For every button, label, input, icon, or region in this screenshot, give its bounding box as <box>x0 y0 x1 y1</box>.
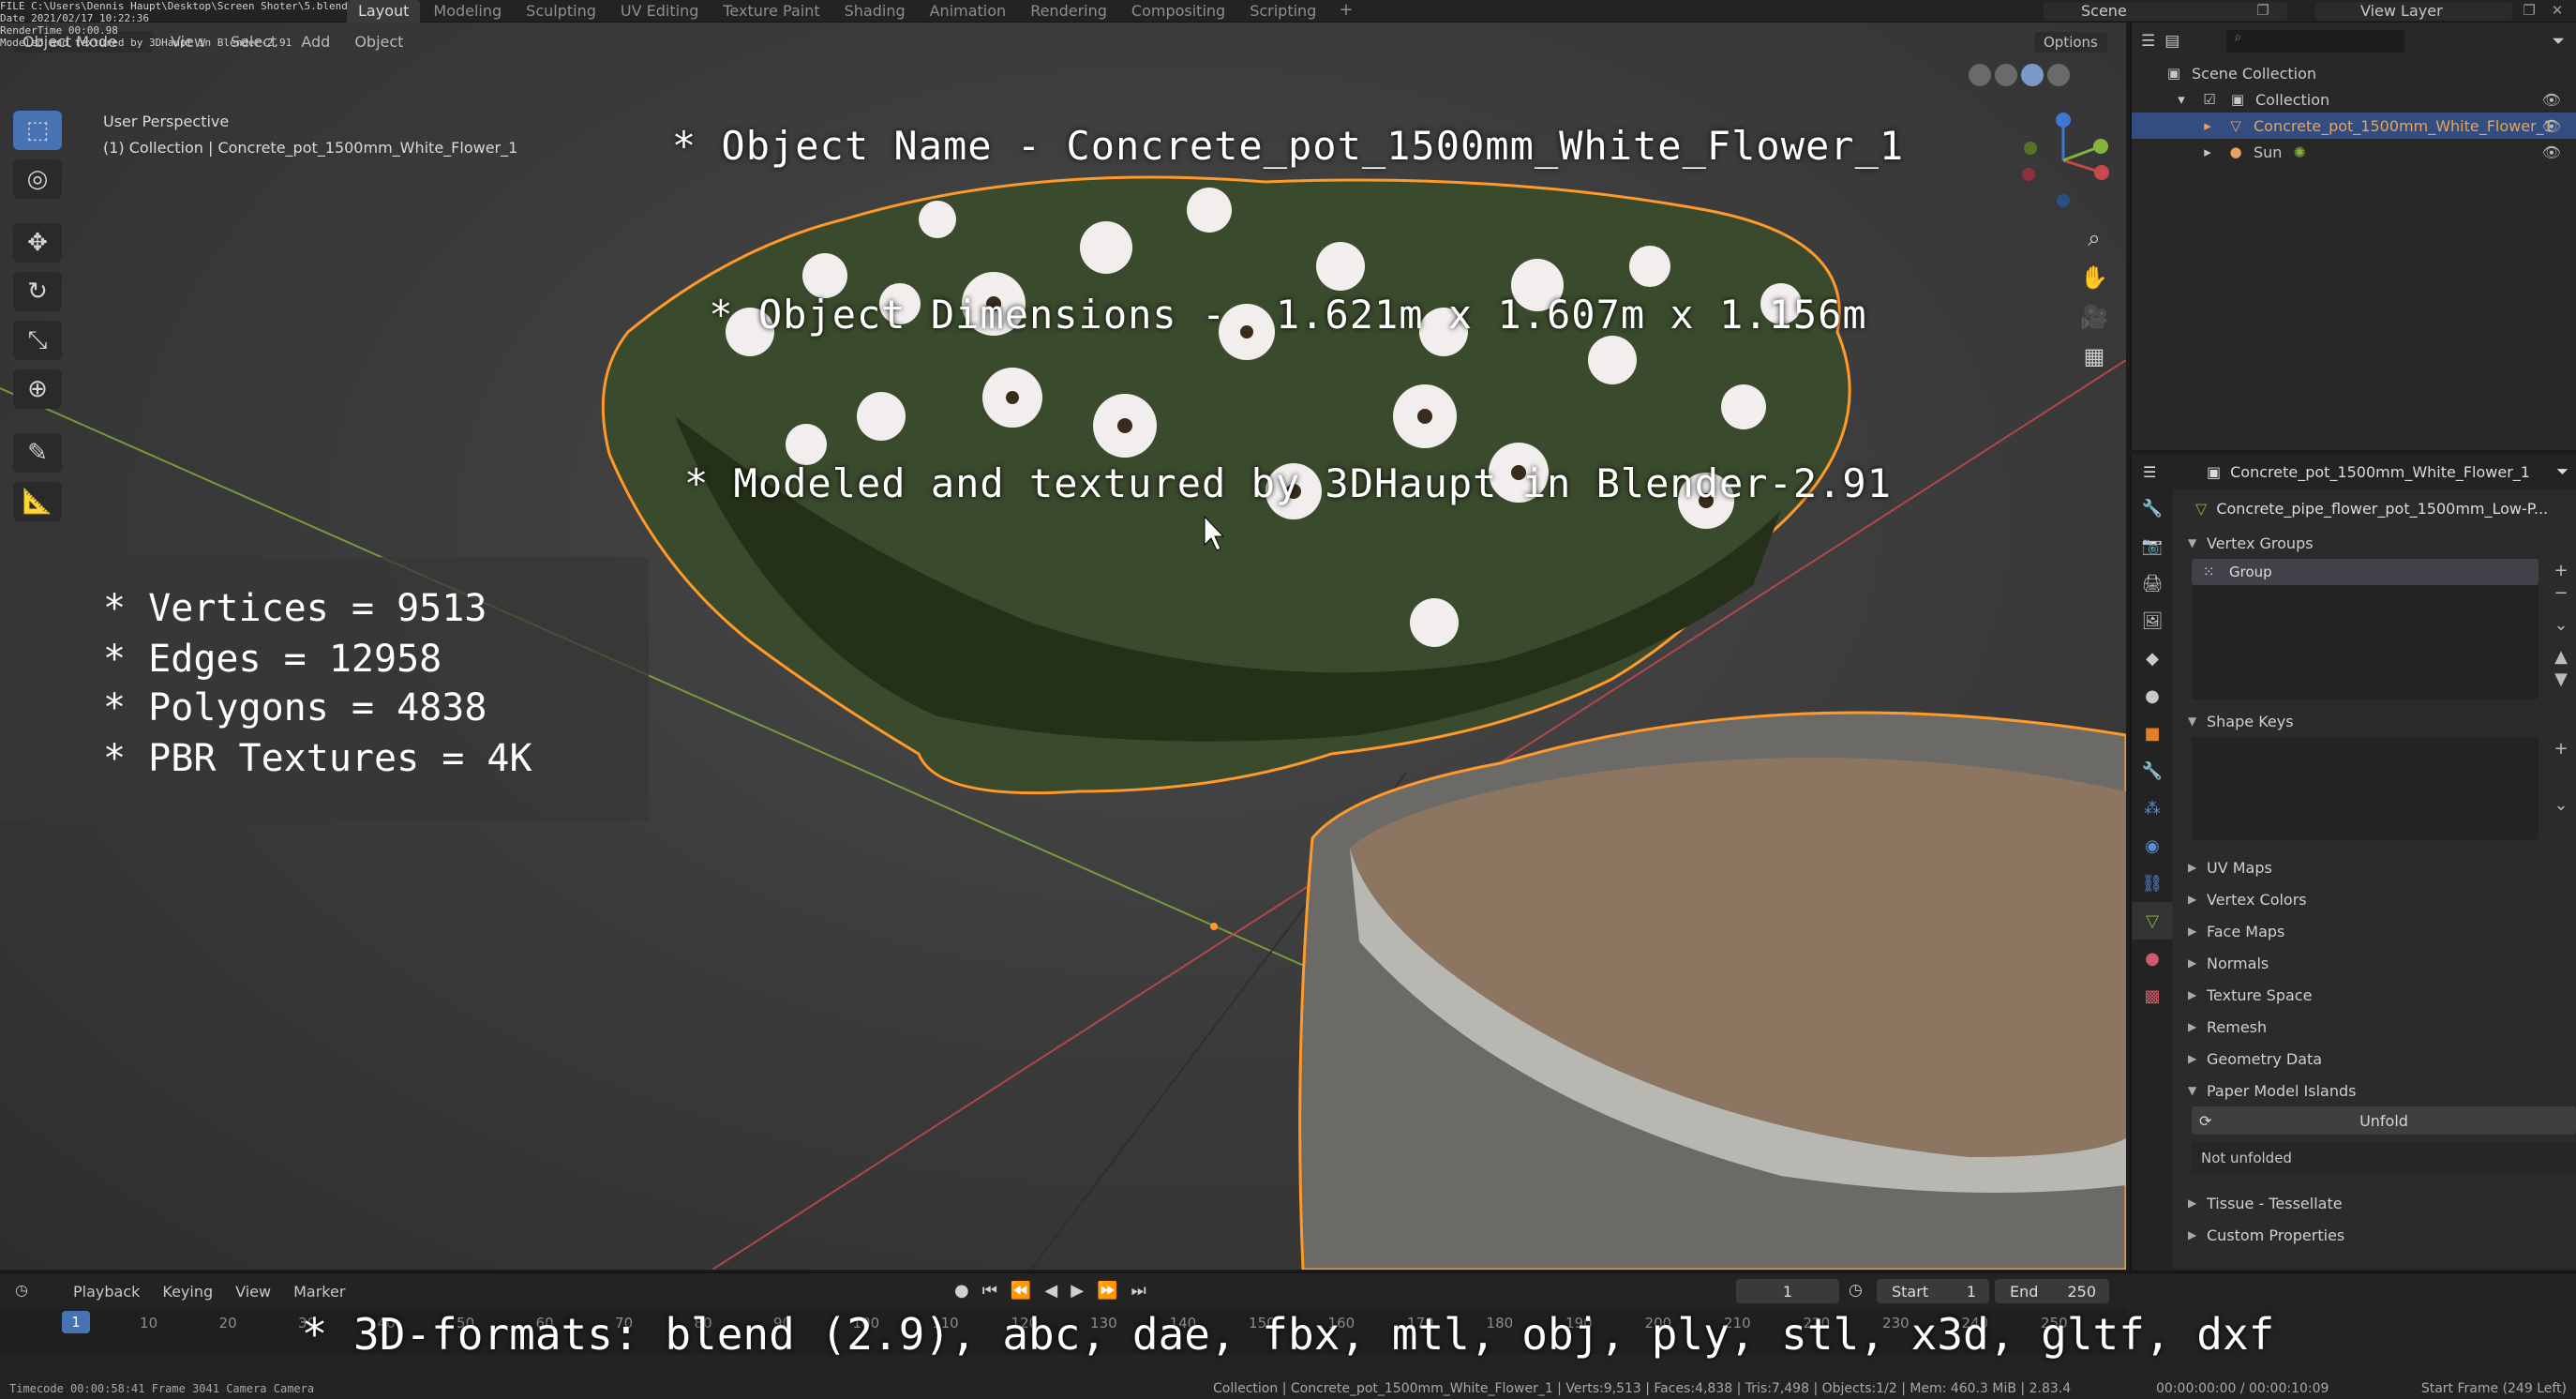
end-frame-field[interactable]: End 250 <box>1995 1279 2109 1303</box>
panel-uv-maps[interactable]: ▶ UV Maps <box>2175 851 2576 883</box>
panel-remesh[interactable]: ▶ Remesh <box>2175 1011 2576 1043</box>
view-layer-tab-icon[interactable]: 🖼 <box>2132 602 2173 639</box>
move-up-icon[interactable]: ▲ <box>2550 647 2572 669</box>
panel-texture-space[interactable]: ▶ Texture Space <box>2175 979 2576 1011</box>
play-reverse-icon[interactable]: ◀ <box>1044 1281 1057 1301</box>
panel-normals[interactable]: ▶ Normals <box>2175 947 2576 979</box>
start-frame-field[interactable]: Start 1 <box>1877 1279 1989 1303</box>
mesh-data-tab-icon[interactable]: ▽ <box>2132 902 2173 940</box>
expand-arrow-icon: ▶ <box>2188 925 2197 938</box>
overlay-dimensions: * Object Dimensions - 1.621m x 1.607m x … <box>709 292 1867 338</box>
expand-arrow-icon: ▶ <box>2188 893 2197 906</box>
end-label: End <box>2010 1282 2039 1301</box>
stats-overlay: * Vertices = 9513 * Edges = 12958 * Poly… <box>0 557 649 821</box>
output-tab-icon[interactable]: 🖨 <box>2132 564 2173 602</box>
editor-type-icon[interactable]: ◷ <box>15 1281 28 1299</box>
expand-arrow-icon: ▶ <box>2188 1228 2197 1241</box>
status-bar: Timecode 00:00:58:41 Frame 3041 Camera C… <box>0 1380 2576 1399</box>
panel-title: Tissue - Tessellate <box>2207 1194 2343 1212</box>
material-tab-icon[interactable]: ● <box>2132 940 2173 977</box>
shape-key-list: + ⌄ <box>2192 737 2569 840</box>
playback-menu[interactable]: Playback <box>69 1283 143 1301</box>
overlay-title: * Object Name - Concrete_pot_1500mm_Whit… <box>0 6 2576 568</box>
panel-title: Normals <box>2207 954 2269 972</box>
prev-keyframe-icon[interactable]: ⏪ <box>1011 1281 1031 1301</box>
formats-overlay: * 3D-formats: blend (2.9), abc, dae, fbx… <box>301 1309 2275 1360</box>
modifier-tab-icon[interactable]: 🔧 <box>2132 752 2173 790</box>
marker-menu[interactable]: Marker <box>290 1283 349 1301</box>
stat-polygons: * Polygons = 4838 <box>103 686 487 730</box>
constraints-tab-icon[interactable]: ⛓ <box>2132 865 2173 902</box>
view-menu[interactable]: View <box>232 1283 275 1301</box>
physics-tab-icon[interactable]: ◉ <box>2132 827 2173 865</box>
status-right-info: Start Frame (249 Left) <box>2420 1381 2567 1396</box>
panel-title: Paper Model Islands <box>2207 1081 2357 1100</box>
unfold-status: Not unfolded <box>2192 1142 2576 1174</box>
panel-title: UV Maps <box>2207 858 2272 877</box>
panel-paper-model[interactable]: ▼ Paper Model Islands <box>2175 1075 2576 1106</box>
current-frame-field[interactable]: 1 <box>1736 1279 1839 1303</box>
texture-tab-icon[interactable]: ▩ <box>2132 977 2173 1015</box>
stat-textures: * PBR Textures = 4K <box>103 737 532 780</box>
jump-end-icon[interactable]: ⏭ <box>1131 1281 1146 1301</box>
remove-group-button[interactable]: − <box>2550 583 2572 606</box>
unfold-button[interactable]: ⟳ Unfold <box>2192 1106 2576 1135</box>
panel-tissue-tessellate[interactable]: ▶ Tissue - Tessellate <box>2175 1187 2576 1219</box>
stat-vertices: * Vertices = 9513 <box>103 587 487 630</box>
group-specials-icon[interactable]: ⌄ <box>2550 615 2572 638</box>
particles-tab-icon[interactable]: ⁂ <box>2132 790 2173 827</box>
expand-arrow-icon: ▶ <box>2188 1020 2197 1033</box>
refresh-icon: ⟳ <box>2199 1111 2212 1130</box>
world-tab-icon[interactable]: ● <box>2132 677 2173 715</box>
transport-controls: ● ⏮ ⏪ ◀ ▶ ⏩ ⏭ <box>954 1281 1146 1301</box>
object-tab-icon[interactable]: ■ <box>2132 715 2173 752</box>
panel-shape-keys[interactable]: ▼ Shape Keys <box>2175 705 2576 737</box>
overlay-object-name: * Object Name - Concrete_pot_1500mm_Whit… <box>671 123 1905 169</box>
start-value: 1 <box>1966 1282 1976 1301</box>
expand-arrow-icon: ▶ <box>2188 1196 2197 1210</box>
unfold-label: Unfold <box>2359 1111 2408 1130</box>
panel-title: Face Maps <box>2207 922 2285 940</box>
panel-face-maps[interactable]: ▶ Face Maps <box>2175 915 2576 947</box>
properties-body: ▽ Concrete_pipe_flower_pot_1500mm_Low-P.… <box>2175 489 2576 1270</box>
next-keyframe-icon[interactable]: ⏩ <box>1097 1281 1117 1301</box>
collapse-arrow-icon: ▼ <box>2188 1084 2197 1097</box>
expand-arrow-icon: ▶ <box>2188 861 2197 874</box>
panel-title: Geometry Data <box>2207 1049 2323 1068</box>
panel-title: Shape Keys <box>2207 712 2294 730</box>
scene-tab-icon[interactable]: ◆ <box>2132 639 2173 677</box>
overlay-credit: * Modeled and textured by 3DHaupt in Ble… <box>683 460 1893 506</box>
move-down-icon[interactable]: ▼ <box>2550 669 2572 692</box>
status-timecode: 00:00:00:00 / 00:00:10:09 <box>2156 1381 2329 1396</box>
panel-vertex-colors[interactable]: ▶ Vertex Colors <box>2175 883 2576 915</box>
record-icon[interactable]: ● <box>954 1281 969 1301</box>
panel-geometry-data[interactable]: ▶ Geometry Data <box>2175 1043 2576 1075</box>
play-icon[interactable]: ▶ <box>1071 1281 1084 1301</box>
object-origin <box>1210 923 1218 930</box>
panel-title: Remesh <box>2207 1017 2268 1036</box>
panel-custom-properties[interactable]: ▶ Custom Properties <box>2175 1219 2576 1251</box>
expand-arrow-icon: ▶ <box>2188 956 2197 970</box>
add-shape-key-button[interactable]: + <box>2550 739 2572 761</box>
expand-arrow-icon: ▶ <box>2188 988 2197 1001</box>
jump-start-icon[interactable]: ⏮ <box>982 1281 997 1301</box>
keying-menu[interactable]: Keying <box>158 1283 217 1301</box>
status-scene-stats: Collection | Concrete_pot_1500mm_White_F… <box>1213 1381 2072 1396</box>
vertex-group-list: ⁙ Group + − ⌄ ▲ ▼ <box>2192 559 2569 700</box>
panel-title: Custom Properties <box>2207 1226 2345 1244</box>
end-value: 250 <box>2067 1282 2096 1301</box>
collapse-arrow-icon: ▼ <box>2188 715 2197 728</box>
panel-title: Vertex Colors <box>2207 890 2307 909</box>
start-label: Start <box>1892 1282 1929 1301</box>
properties-tabs: 🔧 📷 🖨 🖼 ◆ ● ■ 🔧 ⁂ ◉ ⛓ ▽ ● ▩ <box>2132 489 2173 1270</box>
shape-key-specials-icon[interactable]: ⌄ <box>2550 795 2572 818</box>
properties-panel: ☰ ▣ Concrete_pot_1500mm_White_Flower_1 ⏷… <box>2130 454 2576 1270</box>
expand-arrow-icon: ▶ <box>2188 1052 2197 1065</box>
panel-title: Texture Space <box>2207 985 2313 1004</box>
stat-edges: * Edges = 12958 <box>103 638 442 681</box>
status-timecode-info: Timecode 00:00:58:41 Frame 3041 Camera C… <box>9 1382 315 1395</box>
clock-icon: ◷ <box>1849 1281 1863 1300</box>
timeline-header: ◷ Playback Keying View Marker <box>0 1273 2576 1309</box>
